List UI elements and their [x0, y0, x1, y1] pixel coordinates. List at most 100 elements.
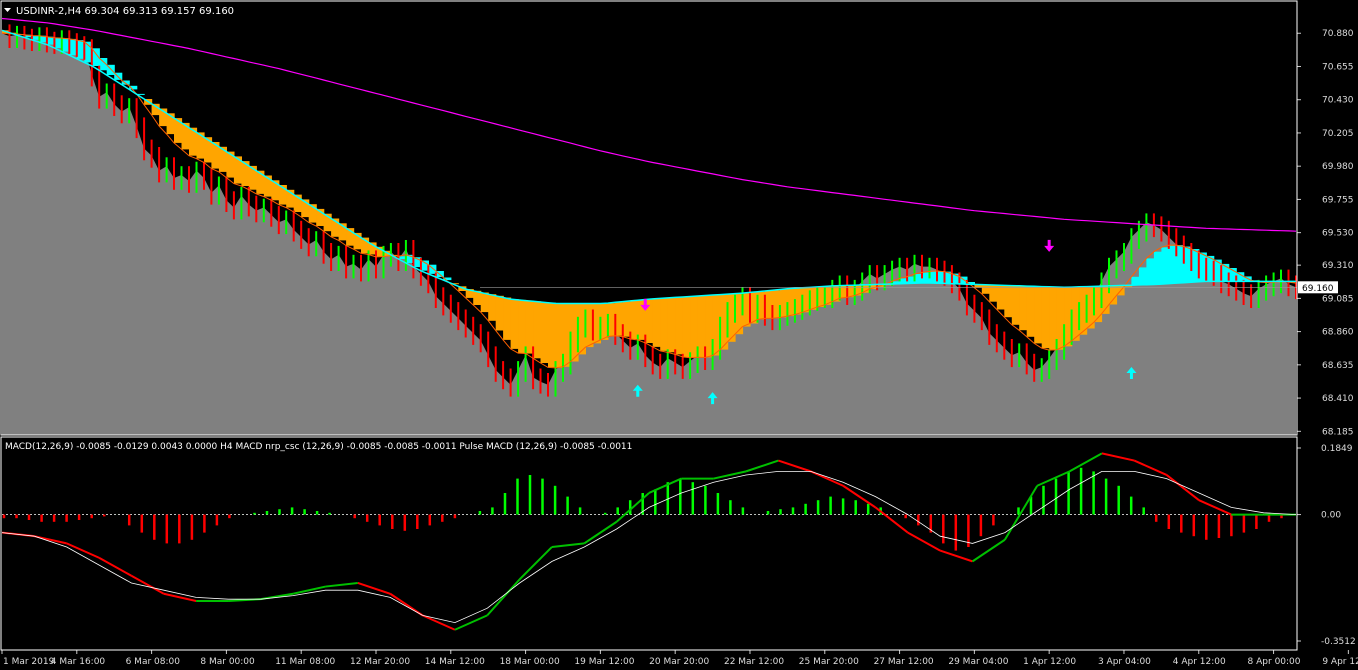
- price-tick-label: 68.860: [1322, 328, 1354, 338]
- time-tick-label: 4 Apr 12:00: [1173, 657, 1226, 667]
- price-tick-label: 70.655: [1322, 62, 1354, 72]
- macd-line-segment: [583, 520, 618, 545]
- signal-down-arrow-icon: [1044, 239, 1055, 252]
- cloud-segment: [622, 301, 631, 337]
- price-tick-label: 69.980: [1322, 162, 1354, 172]
- macd-line-segment: [713, 470, 747, 480]
- cloud-segment: [630, 300, 639, 339]
- cloud-segment: [525, 300, 534, 354]
- macd-line-segment: [778, 459, 812, 473]
- macd-line-segment: [1198, 499, 1232, 516]
- time-tick-label: 29 Mar 04:00: [948, 657, 1008, 667]
- macd-line-segment: [1165, 474, 1200, 501]
- time-tick-label: 25 Mar 20:00: [799, 657, 859, 667]
- time-tick-label: 3 Apr 04:00: [1098, 657, 1151, 667]
- macd-line-segment: [939, 549, 973, 563]
- macd-line-segment: [518, 546, 553, 581]
- time-axis: 1 Mar 20194 Mar 16:00 6 Mar 08:00 8 Mar 00…: [1, 650, 1358, 667]
- macd-tick-label: 0.00: [1321, 511, 1341, 521]
- price-tick-label: 69.085: [1322, 294, 1354, 304]
- macd-line-segment: [745, 459, 779, 473]
- cloud-segment: [533, 301, 542, 359]
- time-tick-label: 19 Mar 12:00: [574, 657, 634, 667]
- price-tick-label: 70.205: [1322, 129, 1354, 139]
- macd-line-segment: [325, 581, 358, 588]
- cloud-segment: [510, 299, 519, 349]
- cloud-segment: [1131, 276, 1140, 286]
- time-tick-label: 4 Mar 16:00: [51, 657, 106, 667]
- macd-axis: 0.1849 0.00 -0.3512: [1297, 444, 1356, 647]
- price-area-fill: [2, 33, 1296, 435]
- time-tick-label: 1 Mar 2019: [3, 657, 55, 667]
- macd-window-frame: [0, 436, 1298, 651]
- price-tick-label: 70.880: [1322, 29, 1354, 39]
- macd-line-segment: [163, 592, 197, 602]
- macd-line-segment: [810, 470, 844, 487]
- macd-line-segment: [389, 592, 424, 617]
- cloud-segment: [1153, 251, 1162, 285]
- macd-tick-label: -0.3512: [1321, 637, 1356, 647]
- trading-chart[interactable]: 69.160 70.880 70.655 70.430 70.205 69.980 69.…: [0, 0, 1358, 670]
- symbol-dropdown-icon[interactable]: [4, 8, 11, 12]
- time-tick-label: 1 Apr 12:00: [1023, 657, 1076, 667]
- time-tick-label: 11 Mar 08:00: [275, 657, 335, 667]
- time-tick-label: 27 Mar 12:00: [874, 657, 934, 667]
- price-tick-label: 70.430: [1322, 96, 1354, 106]
- macd-line-segment: [1003, 485, 1039, 541]
- macd-window[interactable]: 0.1849 0.00 -0.3512: [1, 444, 1356, 647]
- macd-line-segment: [551, 542, 585, 548]
- cloud-segment: [1161, 247, 1170, 285]
- cloud-segment: [495, 295, 504, 331]
- cloud-segment: [1004, 285, 1013, 318]
- cloud-segment: [1011, 285, 1020, 325]
- cloud-segment: [652, 298, 661, 347]
- current-price-label: 69.160: [1302, 284, 1334, 294]
- macd-title: MACD(12,26,9) -0.0085 -0.0129 0.0043 0.0…: [5, 442, 632, 452]
- macd-line-segment: [907, 531, 941, 552]
- macd-line-segment: [130, 574, 165, 595]
- cloud-segment: [540, 302, 549, 363]
- macd-line-segment: [34, 535, 67, 545]
- price-tick-label: 68.635: [1322, 361, 1354, 371]
- time-tick-label: 14 Mar 12:00: [425, 657, 485, 667]
- macd-line-segment: [98, 556, 132, 577]
- macd-histogram: [2, 467, 1297, 551]
- symbol-title: USDINR-2,H4 69.304 69.313 69.157 69.160: [16, 6, 234, 17]
- cloud-segment: [660, 298, 669, 351]
- cloud-segment: [488, 294, 497, 321]
- cloud-segment: [1138, 267, 1147, 285]
- macd-lines: [1, 452, 1297, 631]
- cloud-segment: [1146, 258, 1155, 285]
- cloud-segment: [1109, 285, 1118, 305]
- cloud-segment: [667, 297, 676, 353]
- macd-line-segment: [1101, 452, 1135, 462]
- cloud-segment: [503, 297, 512, 340]
- macd-line-segment: [648, 477, 682, 494]
- price-area-path: [2, 33, 1296, 435]
- cloud-segment: [981, 284, 990, 294]
- time-tick-label: 12 Mar 20:00: [350, 657, 410, 667]
- macd-line-segment: [486, 578, 521, 617]
- cloud-segment: [548, 302, 557, 368]
- macd-line-segment: [615, 492, 650, 523]
- price-axis: 70.880 70.655 70.430 70.205 69.980 69.755 69.5…: [1297, 29, 1354, 437]
- price-tick-label: 68.410: [1322, 394, 1354, 404]
- time-tick-label: 8 Apr 00:00: [1248, 657, 1301, 667]
- main-price-window[interactable]: 69.160 70.880 70.655 70.430 70.205 69.980 69.…: [1, 17, 1358, 438]
- cloud-segment: [682, 297, 691, 357]
- macd-line-segment: [1036, 470, 1070, 487]
- time-tick-label: 6 Mar 08:00: [126, 657, 181, 667]
- time-tick-label: 20 Mar 20:00: [649, 657, 709, 667]
- cloud-segment: [1019, 285, 1028, 331]
- macd-line-segment: [1069, 452, 1103, 473]
- cloud-segment: [480, 292, 489, 313]
- cloud-segment: [1026, 286, 1035, 337]
- macd-line-segment: [422, 614, 456, 631]
- time-tick-label: 9 Apr 12:00: [1322, 657, 1358, 667]
- price-tick-label: 69.755: [1322, 195, 1354, 205]
- price-tick-label: 68.185: [1322, 427, 1354, 437]
- macd-line-segment: [971, 538, 1006, 563]
- time-tick-label: 18 Mar 00:00: [500, 657, 560, 667]
- macd-line-segment: [357, 582, 391, 595]
- cloud-segment: [518, 299, 527, 354]
